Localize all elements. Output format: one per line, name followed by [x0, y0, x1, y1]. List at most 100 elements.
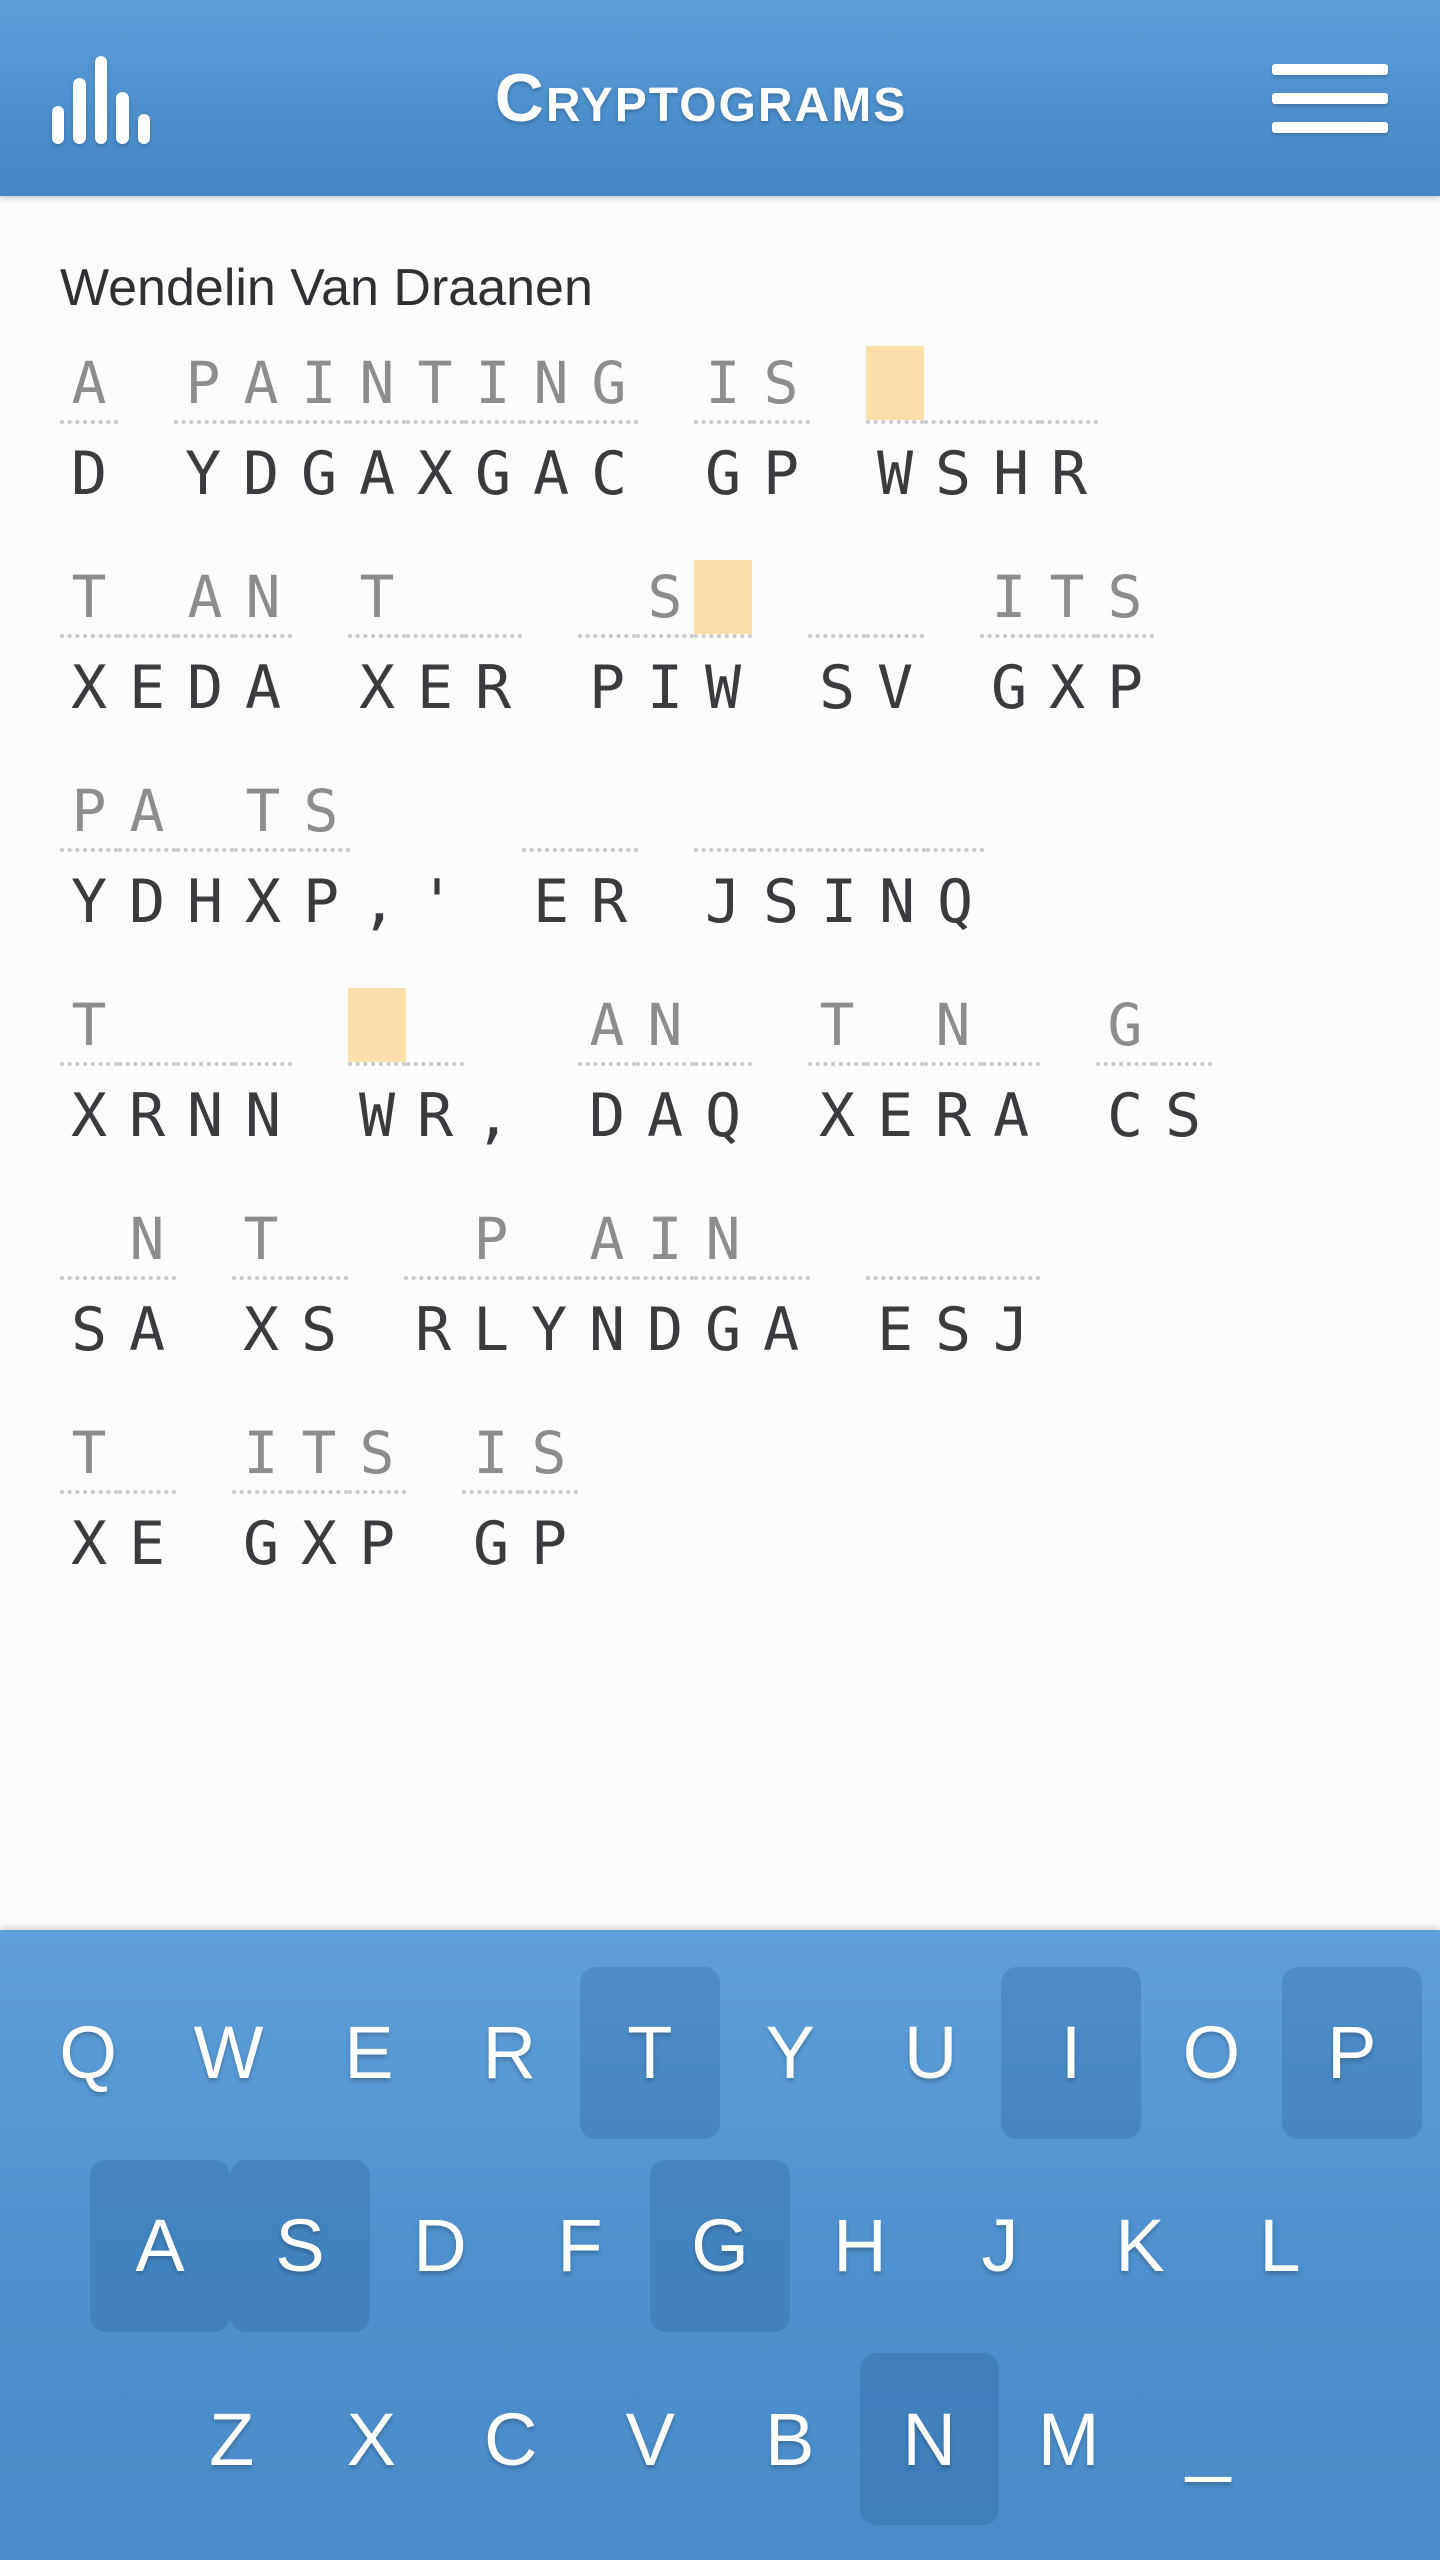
- cryptogram-letter-cell[interactable]: NG: [694, 1202, 752, 1368]
- cryptogram-letter-cell[interactable]: SP: [1096, 560, 1154, 726]
- cryptogram-letter-cell[interactable]: A: [982, 988, 1040, 1154]
- key-c[interactable]: C: [441, 2353, 581, 2525]
- cryptogram-letter-cell[interactable]: TX: [1038, 560, 1096, 726]
- cryptogram-letter-cell[interactable]: W: [694, 560, 752, 726]
- key-y[interactable]: Y: [720, 1967, 860, 2139]
- key-z[interactable]: Z: [162, 2353, 302, 2525]
- cryptogram-letter-cell[interactable]: ID: [636, 1202, 694, 1368]
- key-d[interactable]: D: [370, 2160, 510, 2332]
- cryptogram-letter-cell[interactable]: AN: [578, 1202, 636, 1368]
- key-n[interactable]: N: [859, 2353, 999, 2526]
- cryptogram-letter-cell[interactable]: R: [406, 988, 464, 1154]
- key-j[interactable]: J: [930, 2160, 1070, 2332]
- cryptogram-letter-cell[interactable]: J: [694, 774, 752, 940]
- cryptogram-letter-cell[interactable]: IG: [290, 346, 348, 512]
- key-p[interactable]: P: [1281, 1966, 1423, 2139]
- cryptogram-letter-cell[interactable]: IG: [232, 1416, 290, 1582]
- cryptogram-letter-cell[interactable]: IG: [980, 560, 1038, 726]
- cryptogram-letter-cell[interactable]: J: [982, 1202, 1040, 1368]
- key-m[interactable]: M: [999, 2353, 1139, 2525]
- cryptogram-letter-cell[interactable]: PY: [174, 346, 232, 512]
- cryptogram-letter-cell[interactable]: A: [752, 1202, 810, 1368]
- cryptogram-letter-cell[interactable]: IG: [694, 346, 752, 512]
- cryptogram-letter-cell[interactable]: TX: [232, 1202, 290, 1368]
- cryptogram-letter-cell[interactable]: S: [290, 1202, 348, 1368]
- hamburger-menu-icon[interactable]: [1272, 52, 1388, 144]
- cryptogram-letter-cell[interactable]: SI: [636, 560, 694, 726]
- cryptogram-letter-cell[interactable]: NR: [924, 988, 982, 1154]
- cryptogram-letter-cell[interactable]: P: [578, 560, 636, 726]
- cryptogram-letter-cell[interactable]: TX: [348, 560, 406, 726]
- cryptogram-letter-cell[interactable]: R: [580, 774, 638, 940]
- cryptogram-letter-cell[interactable]: R: [118, 988, 176, 1154]
- cryptogram-letter-cell[interactable]: E: [118, 560, 176, 726]
- cryptogram-letter-cell[interactable]: S: [808, 560, 866, 726]
- cryptogram-letter-cell[interactable]: AD: [60, 346, 118, 512]
- key-w[interactable]: W: [158, 1967, 298, 2139]
- cryptogram-letter-cell[interactable]: Y: [520, 1202, 578, 1368]
- key-v[interactable]: V: [581, 2353, 721, 2525]
- cryptogram-letter-cell[interactable]: TX: [60, 1416, 118, 1582]
- cryptogram-letter-cell[interactable]: NA: [234, 560, 292, 726]
- cryptogram-letter-cell[interactable]: N: [234, 988, 292, 1154]
- cryptogram-letter-cell[interactable]: N: [868, 774, 926, 940]
- cryptogram-letter-cell[interactable]: GC: [1096, 988, 1154, 1154]
- cryptogram-letter-cell[interactable]: R: [1040, 346, 1098, 512]
- key-e[interactable]: E: [299, 1967, 439, 2139]
- cryptogram-letter-cell[interactable]: E: [866, 1202, 924, 1368]
- cryptogram-letter-cell[interactable]: E: [118, 1416, 176, 1582]
- cryptogram-letter-cell[interactable]: AD: [176, 560, 234, 726]
- cryptogram-letter-cell[interactable]: S: [924, 346, 982, 512]
- cryptogram-letter-cell[interactable]: TX: [60, 560, 118, 726]
- cryptogram-letter-cell[interactable]: H: [176, 774, 234, 940]
- cryptogram-letter-cell[interactable]: E: [866, 988, 924, 1154]
- key-f[interactable]: F: [510, 2160, 650, 2332]
- key-t[interactable]: T: [579, 1966, 720, 2139]
- cryptogram-letter-cell[interactable]: H: [982, 346, 1040, 512]
- key-q[interactable]: Q: [18, 1967, 158, 2139]
- cryptogram-letter-cell[interactable]: GC: [580, 346, 638, 512]
- cryptogram-letter-cell[interactable]: SP: [292, 774, 350, 940]
- cryptogram-letter-cell[interactable]: R: [464, 560, 522, 726]
- key-l[interactable]: L: [1210, 2160, 1350, 2332]
- cryptogram-letter-cell[interactable]: PL: [462, 1202, 520, 1368]
- key-h[interactable]: H: [790, 2160, 930, 2332]
- cryptogram-letter-cell[interactable]: SP: [752, 346, 810, 512]
- cryptogram-letter-cell[interactable]: NA: [118, 1202, 176, 1368]
- cryptogram-letter-cell[interactable]: TX: [234, 774, 292, 940]
- cryptogram-letter-cell[interactable]: IG: [464, 346, 522, 512]
- cryptogram-letter-cell[interactable]: N: [176, 988, 234, 1154]
- key-b[interactable]: B: [720, 2353, 860, 2525]
- key-i[interactable]: I: [1000, 1966, 1142, 2139]
- key-s[interactable]: S: [230, 2159, 370, 2332]
- cryptogram-letter-cell[interactable]: SP: [348, 1416, 406, 1582]
- cryptogram-letter-cell[interactable]: AD: [578, 988, 636, 1154]
- cryptogram-letter-cell[interactable]: TX: [60, 988, 118, 1154]
- key-r[interactable]: R: [439, 1967, 579, 2139]
- cryptogram-letter-cell[interactable]: I: [810, 774, 868, 940]
- cryptogram-letter-cell[interactable]: IG: [462, 1416, 520, 1582]
- cryptogram-letter-cell[interactable]: NA: [636, 988, 694, 1154]
- cryptogram-letter-cell[interactable]: AD: [118, 774, 176, 940]
- cryptogram-letter-cell[interactable]: Q: [926, 774, 984, 940]
- key-o[interactable]: O: [1141, 1967, 1281, 2139]
- key-a[interactable]: A: [90, 2159, 230, 2332]
- key-k[interactable]: K: [1070, 2160, 1210, 2332]
- cryptogram-letter-cell[interactable]: S: [1154, 988, 1212, 1154]
- cryptogram-letter-cell[interactable]: R: [404, 1202, 462, 1368]
- cryptogram-letter-cell[interactable]: E: [406, 560, 464, 726]
- cryptogram-letter-cell[interactable]: W: [866, 346, 924, 512]
- key-x[interactable]: X: [302, 2353, 442, 2525]
- cryptogram-letter-cell[interactable]: W: [348, 988, 406, 1154]
- cryptogram-letter-cell[interactable]: AD: [232, 346, 290, 512]
- cryptogram-letter-cell[interactable]: V: [866, 560, 924, 726]
- cryptogram-letter-cell[interactable]: TX: [808, 988, 866, 1154]
- key-space[interactable]: _: [1139, 2353, 1279, 2525]
- key-u[interactable]: U: [860, 1967, 1000, 2139]
- cryptogram-letter-cell[interactable]: S: [60, 1202, 118, 1368]
- cryptogram-letter-cell[interactable]: NA: [522, 346, 580, 512]
- cryptogram-letter-cell[interactable]: S: [924, 1202, 982, 1368]
- cryptogram-letter-cell[interactable]: E: [522, 774, 580, 940]
- cryptogram-letter-cell[interactable]: PY: [60, 774, 118, 940]
- cryptogram-letter-cell[interactable]: TX: [406, 346, 464, 512]
